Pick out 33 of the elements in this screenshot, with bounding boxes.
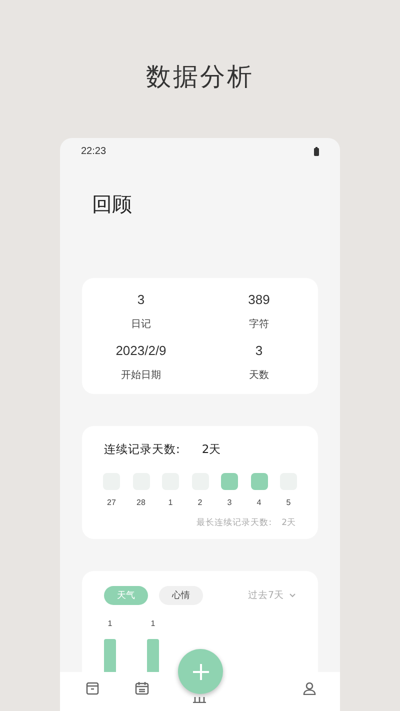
stat-value: 389 bbox=[248, 292, 270, 307]
page-title: 回顾 bbox=[92, 191, 133, 218]
day-label: 4 bbox=[256, 498, 262, 507]
chart-bar bbox=[147, 639, 159, 672]
bar-value-label: 1 bbox=[108, 619, 112, 628]
stat-value: 3 bbox=[255, 343, 263, 358]
streak-value: 2天 bbox=[202, 442, 222, 457]
stat-label: 日记 bbox=[131, 318, 151, 331]
status-time: 22:23 bbox=[81, 146, 106, 156]
filter-tab[interactable]: 天气 bbox=[104, 586, 148, 605]
day-label: 3 bbox=[227, 498, 232, 507]
filter-tab[interactable]: 心情 bbox=[159, 586, 203, 605]
day-label: 2 bbox=[198, 498, 202, 507]
stat-label: 开始日期 bbox=[121, 368, 161, 382]
day-label: 1 bbox=[168, 498, 173, 507]
profile-icon[interactable] bbox=[303, 682, 316, 698]
longest-streak-value: 2天 bbox=[282, 517, 296, 529]
stat-value: 3 bbox=[137, 292, 145, 307]
page-heading: 数据分析 bbox=[146, 61, 254, 93]
day-label: 27 bbox=[107, 498, 116, 507]
longest-streak-label: 最长连续记录天数: bbox=[196, 517, 272, 529]
day-label: 28 bbox=[136, 498, 146, 507]
battery-icon bbox=[314, 146, 319, 156]
streak-label: 连续记录天数: bbox=[104, 442, 180, 457]
day-label: 5 bbox=[286, 498, 291, 507]
range-dropdown[interactable]: 过去7天 bbox=[248, 589, 296, 602]
chart-bar bbox=[104, 639, 116, 672]
stat-label: 天数 bbox=[249, 369, 269, 382]
plus-icon bbox=[192, 662, 210, 680]
stat-value: 2023/2/9 bbox=[116, 343, 166, 358]
bar-value-label: 1 bbox=[150, 619, 156, 628]
stat-label: 字符 bbox=[249, 318, 269, 331]
chevron-down-icon bbox=[289, 593, 296, 598]
